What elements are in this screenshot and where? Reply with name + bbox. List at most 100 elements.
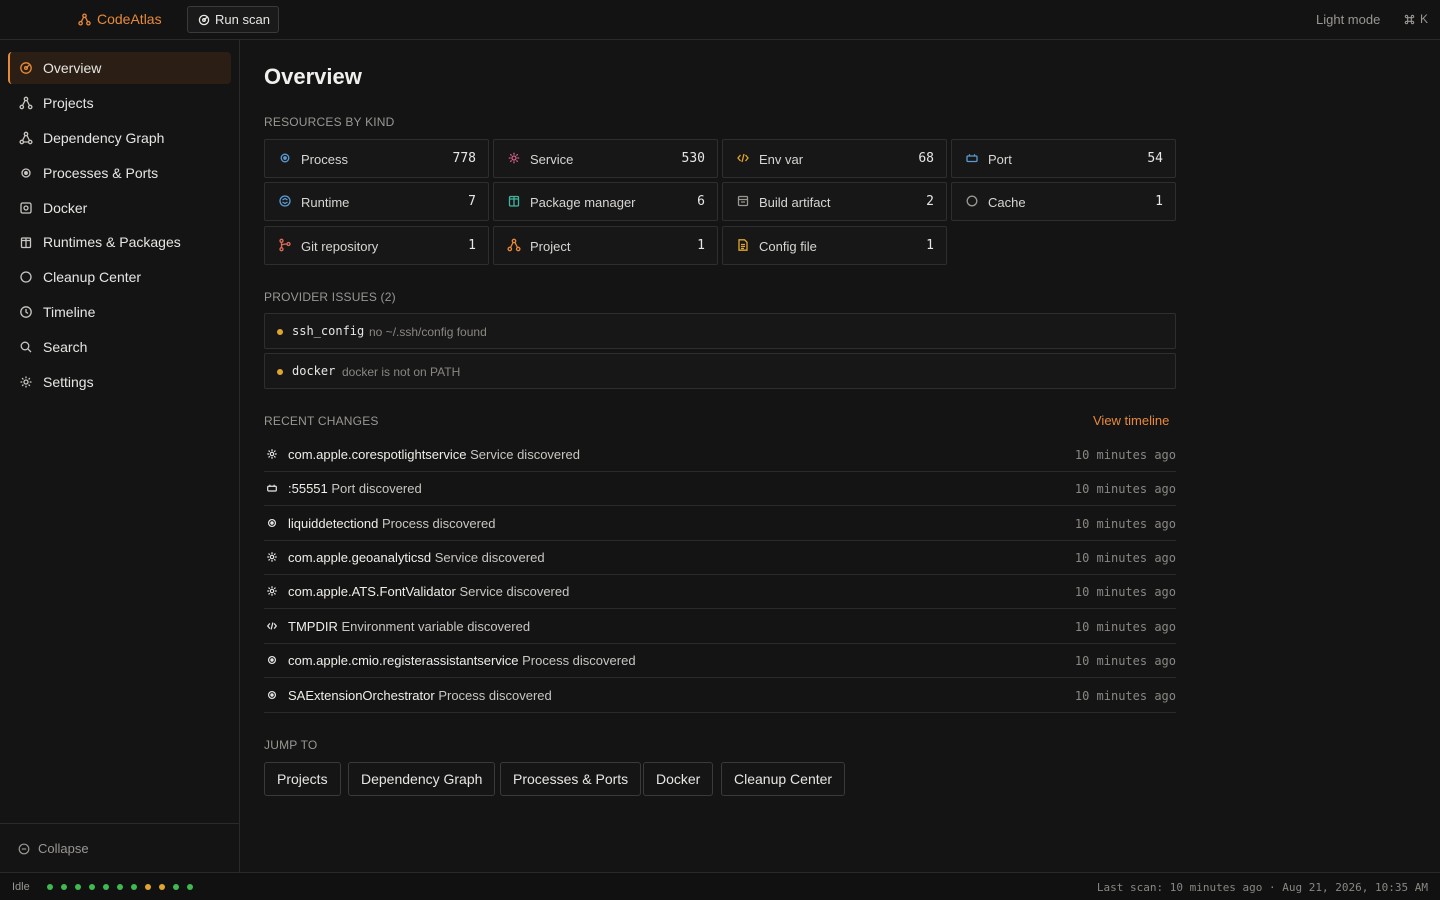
project-icon xyxy=(507,238,521,252)
jump-projects-button[interactable]: Projects xyxy=(264,762,341,796)
kind-count: 68 xyxy=(918,151,934,166)
kind-card-git-repository[interactable]: Git repository 1 xyxy=(264,226,489,265)
kind-count: 54 xyxy=(1147,151,1163,166)
issue-row-ssh-config[interactable]: ssh_config no ~/.ssh/config found xyxy=(264,313,1176,349)
sidebar-item-docker[interactable]: Docker xyxy=(8,192,231,224)
change-time: 10 minutes ago xyxy=(1074,448,1176,462)
change-action: Service discovered xyxy=(470,447,580,462)
sidebar-item-search[interactable]: Search xyxy=(8,331,231,363)
theme-toggle[interactable]: Light mode xyxy=(1316,12,1380,27)
sidebar-item-overview[interactable]: Overview xyxy=(8,52,231,84)
change-time: 10 minutes ago xyxy=(1074,654,1176,668)
jump-processes-ports-button[interactable]: Processes & Ports xyxy=(500,762,642,796)
radar-icon xyxy=(20,62,32,74)
kind-label: Git repository xyxy=(301,239,379,254)
scan-icon xyxy=(198,14,210,25)
provider-status-dot xyxy=(61,884,67,890)
change-row[interactable]: com.apple.cmio.registerassistantservice … xyxy=(264,644,1176,678)
change-time: 10 minutes ago xyxy=(1074,620,1176,634)
jump-cleanup-center-button[interactable]: Cleanup Center xyxy=(721,762,846,796)
change-row[interactable]: com.apple.geoanalyticsd Service discover… xyxy=(264,541,1176,575)
change-row[interactable]: com.apple.corespotlightservice Service d… xyxy=(264,438,1176,472)
run-scan-button[interactable]: Run scan xyxy=(187,6,279,33)
provider-status-dot xyxy=(173,884,179,890)
sidebar-item-label: Timeline xyxy=(43,304,96,320)
view-timeline-link[interactable]: View timeline xyxy=(1093,413,1169,428)
sidebar-item-settings[interactable]: Settings xyxy=(8,366,231,398)
change-action: Process discovered xyxy=(381,516,496,531)
port-icon xyxy=(966,154,978,163)
process-icon xyxy=(267,518,277,528)
command-palette-shortcut[interactable]: K xyxy=(1404,12,1428,26)
top-bar: CodeAtlas Run scan Light mode K xyxy=(0,0,1440,40)
kind-card-build-artifact[interactable]: Build artifact 2 xyxy=(722,182,947,221)
kind-label: Build artifact xyxy=(759,195,831,210)
change-action: Service discovered xyxy=(459,584,570,599)
issue-name: ssh_config xyxy=(292,324,365,338)
kind-count: 1 xyxy=(1155,194,1163,209)
kind-count: 1 xyxy=(697,238,705,253)
process-icon xyxy=(21,168,31,178)
change-row[interactable]: com.apple.ATS.FontValidator Service disc… xyxy=(264,575,1176,609)
sidebar-item-label: Projects xyxy=(43,95,94,111)
process-icon xyxy=(267,690,277,700)
provider-status-dot xyxy=(159,884,165,890)
issue-row-docker[interactable]: docker docker is not on PATH xyxy=(264,353,1176,389)
kind-card-service[interactable]: Service 530 xyxy=(493,139,718,178)
sidebar-item-label: Dependency Graph xyxy=(43,130,165,146)
jump-docker-button[interactable]: Docker xyxy=(643,762,714,796)
change-time: 10 minutes ago xyxy=(1074,689,1176,703)
service-icon xyxy=(267,552,277,562)
sidebar-footer: Collapse xyxy=(0,823,239,872)
provider-status-dot xyxy=(131,884,137,890)
kind-card-package-manager[interactable]: Package manager 6 xyxy=(493,182,718,221)
collapse-icon xyxy=(18,843,30,854)
kind-count: 6 xyxy=(697,194,705,209)
kind-card-port[interactable]: Port 54 xyxy=(951,139,1176,178)
port-icon xyxy=(267,484,277,492)
sidebar-item-dependency-graph[interactable]: Dependency Graph xyxy=(8,122,231,154)
sidebar-item-processes-ports[interactable]: Processes & Ports xyxy=(8,157,231,189)
process-icon xyxy=(280,153,290,163)
service-icon xyxy=(267,586,277,596)
sidebar-item-label: Cleanup Center xyxy=(43,269,142,285)
change-row[interactable]: liquiddetectiond Process discovered 10 m… xyxy=(264,507,1176,541)
kind-card-cache[interactable]: Cache 1 xyxy=(951,182,1176,221)
change-name: TMPDIR xyxy=(288,619,338,634)
config-file-icon xyxy=(738,239,748,251)
issue-message: docker is not on PATH xyxy=(342,365,461,379)
scan-state: Idle xyxy=(12,881,30,893)
change-row[interactable]: :55551 Port discovered 10 minutes ago xyxy=(264,472,1176,506)
sidebar-item-cleanup-center[interactable]: Cleanup Center xyxy=(8,261,231,293)
sidebar-item-timeline[interactable]: Timeline xyxy=(8,296,231,328)
change-action: Environment variable discovered xyxy=(341,619,531,634)
issue-message: no ~/.ssh/config found xyxy=(369,325,487,339)
change-name: SAExtensionOrchestrator xyxy=(288,688,435,703)
provider-status-dot xyxy=(75,884,81,890)
sidebar-item-label: Settings xyxy=(43,374,94,390)
sidebar-item-projects[interactable]: Projects xyxy=(8,87,231,119)
change-name: com.apple.ATS.FontValidator xyxy=(288,584,456,599)
cleanup-icon xyxy=(20,271,32,283)
kind-card-config-file[interactable]: Config file 1 xyxy=(722,226,947,265)
provider-status-dot xyxy=(187,884,193,890)
change-time: 10 minutes ago xyxy=(1074,585,1176,599)
change-row[interactable]: TMPDIR Environment variable discovered 1… xyxy=(264,610,1176,644)
app-name: CodeAtlas xyxy=(97,11,162,27)
brand[interactable]: CodeAtlas xyxy=(78,11,162,27)
change-row[interactable]: SAExtensionOrchestrator Process discover… xyxy=(264,679,1176,713)
kind-label: Port xyxy=(988,152,1012,167)
kind-card-env-var[interactable]: Env var 68 xyxy=(722,139,947,178)
kind-card-runtime[interactable]: Runtime 7 xyxy=(264,182,489,221)
kind-card-process[interactable]: Process 778 xyxy=(264,139,489,178)
kind-label: Project xyxy=(530,239,571,254)
kind-label: Service xyxy=(530,152,574,167)
kind-card-project[interactable]: Project 1 xyxy=(493,226,718,265)
issues-section-label: PROVIDER ISSUES (2) xyxy=(264,290,396,304)
sidebar-item-runtimes-packages[interactable]: Runtimes & Packages xyxy=(8,226,231,258)
provider-status-dot xyxy=(89,884,95,890)
collapse-button[interactable]: Collapse xyxy=(18,841,89,856)
kind-count: 1 xyxy=(926,238,934,253)
jump-dependency-graph-button[interactable]: Dependency Graph xyxy=(348,762,496,796)
kind-count: 7 xyxy=(468,194,476,209)
